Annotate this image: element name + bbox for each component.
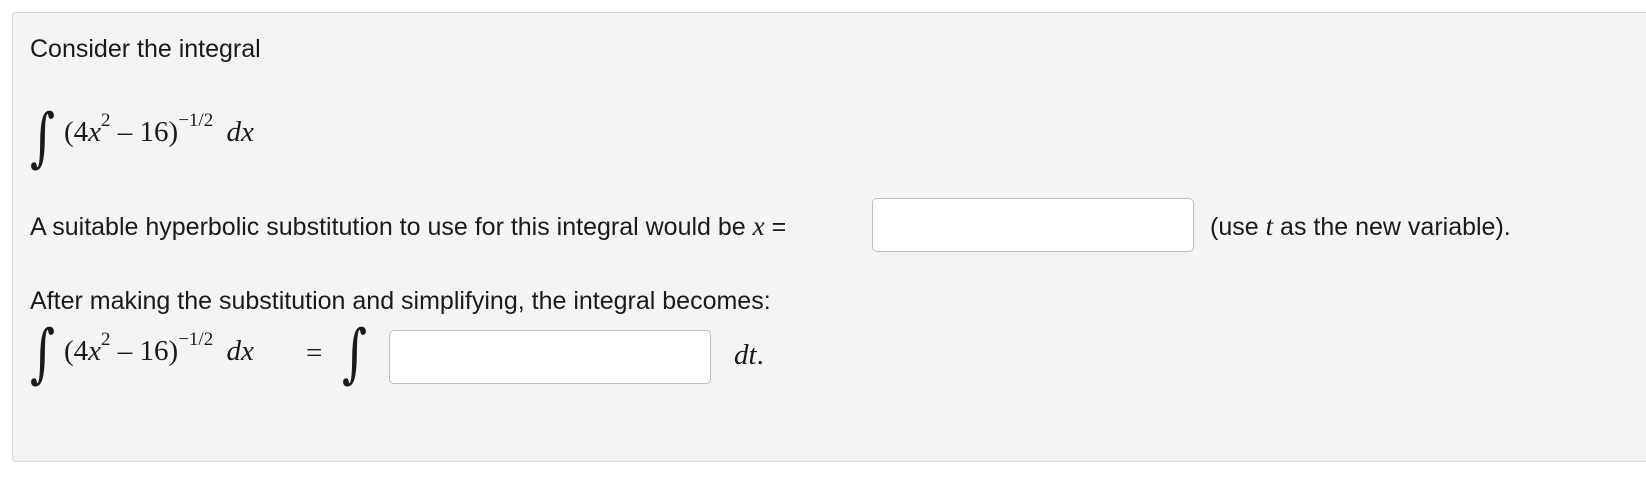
substitution-note: (use t as the new variable). [1210,211,1511,241]
substitution-prompt: A suitable hyperbolic substitution to us… [30,211,787,241]
integral-sign-right: ∫ [342,317,368,391]
integral-sign-left: ∫ [30,317,56,391]
equals-sign: = [306,337,323,369]
integrand-expression-repeat: (4x2 – 16)−1/2 dx [64,329,254,367]
substitution-input[interactable] [872,198,1194,252]
integrand-input[interactable] [389,330,711,384]
integral-sign: ∫ [30,101,56,175]
simplify-prompt: After making the substitution and simpli… [30,287,771,315]
intro-text: Consider the integral [30,35,261,63]
integrand-expression: (4x2 – 16)−1/2 dx [64,110,254,148]
dt-label: dt. [734,339,764,371]
